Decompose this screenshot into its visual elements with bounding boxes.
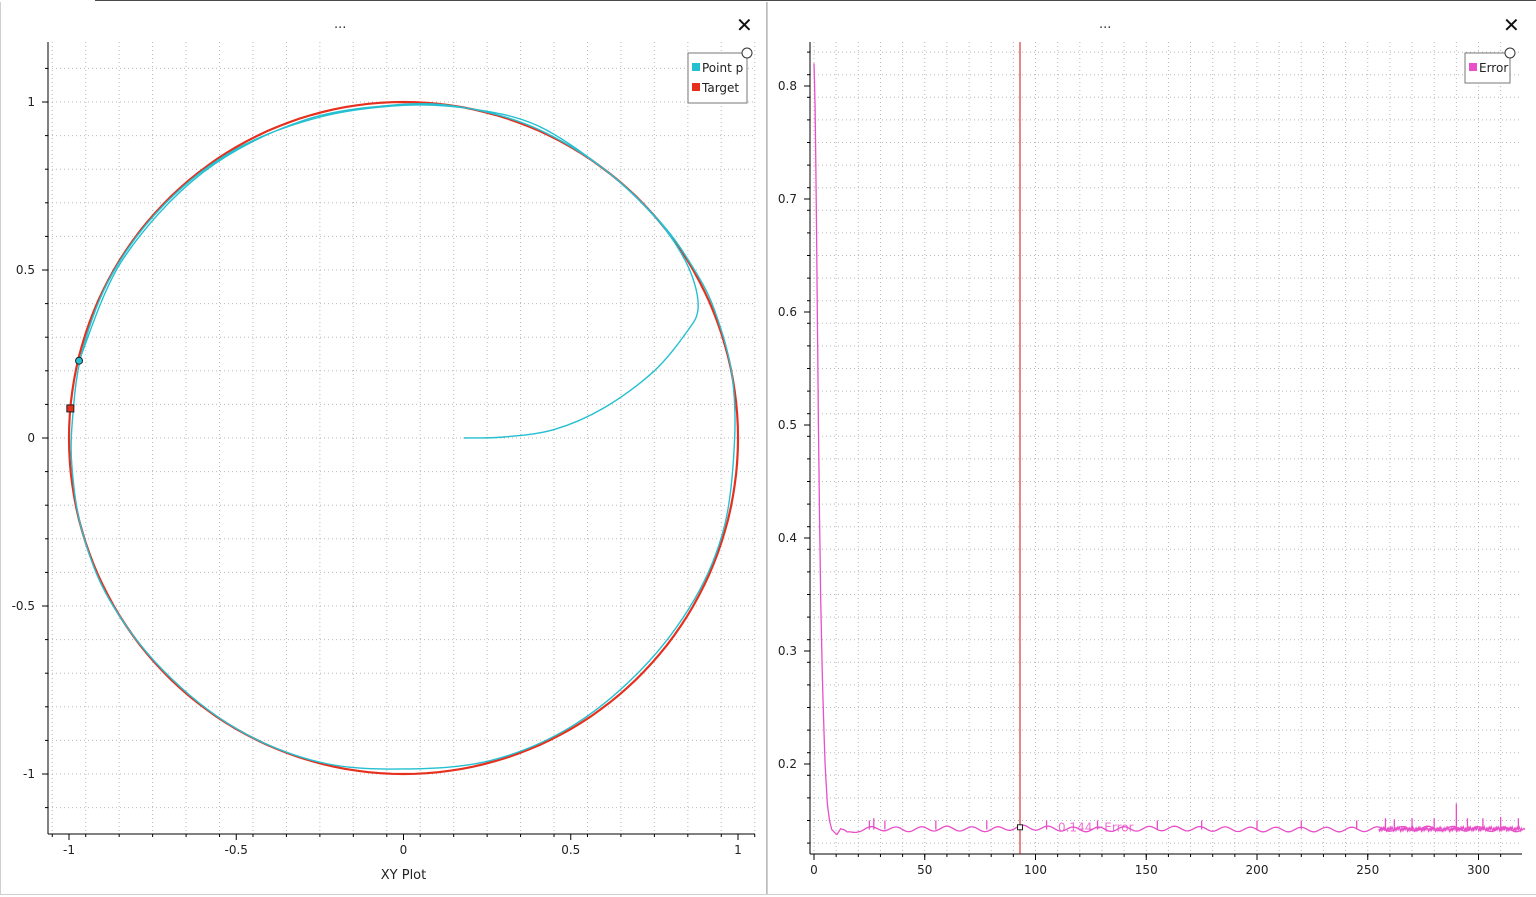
x-tick-label: 200 — [1246, 863, 1269, 877]
x-tick-label: 300 — [1467, 863, 1490, 877]
xy-plot-panel: ... ✕ -1 -0.5 0 0.5 1 -1 -0.5 0 0.5 1 XY Plot Point… — [0, 2, 767, 895]
error-series-line — [813, 63, 1526, 836]
y-tick-label: 1 — [27, 95, 35, 109]
xy-plot-chart[interactable]: -1 -0.5 0 0.5 1 -1 -0.5 0 0.5 1 XY Plot Point p Targ… — [1, 2, 767, 895]
y-tick-label: -1 — [23, 767, 35, 781]
target-marker — [66, 404, 75, 413]
legend-label: Point p — [702, 61, 743, 75]
legend-handle — [1504, 47, 1516, 59]
legend-swatch — [1469, 63, 1477, 71]
legend-swatch — [692, 63, 700, 71]
y-tick-label: 0.4 — [778, 531, 797, 545]
y-tick-label: 0.5 — [16, 263, 35, 277]
x-tick-label: 50 — [917, 863, 932, 877]
x-tick-label: 0 — [400, 843, 408, 857]
y-tick-label: -0.5 — [12, 599, 35, 613]
error-plot-panel: ... ✕ 0 50 100 150 200 250 300 0.2 0.3 0.4 0.5 0.6 0… — [767, 2, 1536, 895]
cursor-marker — [1016, 824, 1023, 831]
x-tick-label: 100 — [1024, 863, 1047, 877]
y-tick-label: 0.7 — [778, 192, 797, 206]
y-tick-label: 0.5 — [778, 418, 797, 432]
legend-swatch — [692, 83, 700, 91]
x-tick-label: 0 — [810, 863, 818, 877]
x-axis-title: XY Plot — [381, 868, 426, 883]
error-plot-chart[interactable]: 0 50 100 150 200 250 300 0.2 0.3 0.4 0.5 0.6 0.7 0.8 0… — [768, 2, 1536, 895]
y-tick-label: 0.3 — [778, 644, 797, 658]
point-p-marker — [75, 356, 84, 365]
window-top-border — [95, 0, 1536, 1]
legend-label: Target — [701, 81, 739, 95]
y-tick-label: 0 — [27, 431, 35, 445]
x-tick-label: 150 — [1135, 863, 1158, 877]
cursor-readout: 0.144 - Error — [1058, 820, 1134, 834]
x-tick-label: 0.5 — [561, 843, 580, 857]
x-tick-label: -0.5 — [225, 843, 248, 857]
x-tick-label: 1 — [734, 843, 742, 857]
x-tick-label: -1 — [63, 843, 75, 857]
y-tick-label: 0.6 — [778, 305, 797, 319]
point-p-series-line — [70, 102, 736, 770]
legend-handle — [741, 47, 753, 59]
legend-label: Error — [1479, 61, 1508, 75]
y-tick-label: 0.8 — [778, 79, 797, 93]
x-tick-label: 250 — [1356, 863, 1379, 877]
window-bottom-border — [0, 894, 1536, 895]
y-tick-label: 0.2 — [778, 757, 797, 771]
